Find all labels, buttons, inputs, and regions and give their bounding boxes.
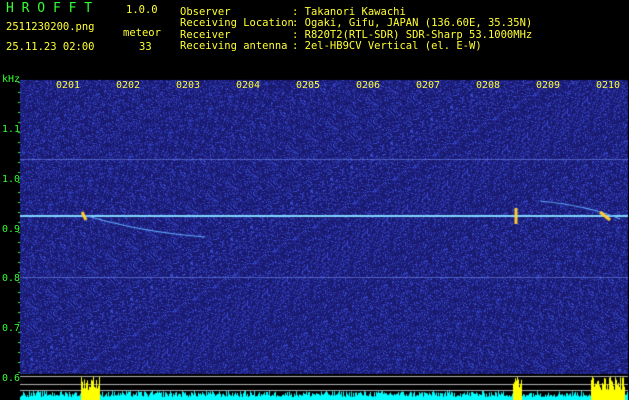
meteor-label: meteor <box>123 27 161 39</box>
info-key-location: Receiving Location <box>180 17 294 29</box>
info-value-location: : Ogaki, Gifu, JAPAN (136.60E, 35.35N) <box>292 17 533 29</box>
y-tick-label: 1.1 <box>2 124 21 135</box>
x-tick-label: 0201 <box>56 80 81 91</box>
x-tick-label: 0202 <box>116 80 141 91</box>
x-tick-label: 0205 <box>296 80 321 91</box>
y-tick-label: 0.9 <box>2 224 21 235</box>
x-tick-label: 0209 <box>536 80 561 91</box>
y-tick-label: 0.8 <box>2 273 21 284</box>
file-name: 2511230200.png <box>6 21 95 33</box>
meteor-count: 33 <box>139 41 152 53</box>
header-panel: H R O F F T 1.0.0 2511230200.png meteor … <box>0 0 629 72</box>
y-tick-label: 0.7 <box>2 323 21 334</box>
app-name: H R O F F T <box>6 1 93 16</box>
x-tick-label: 0208 <box>476 80 501 91</box>
x-tick-label: 0207 <box>416 80 441 91</box>
app-version: 1.0.0 <box>126 4 158 16</box>
y-tick-label: 0.6 <box>2 373 21 384</box>
y-unit-label: kHz <box>2 74 21 85</box>
x-tick-label: 0206 <box>356 80 381 91</box>
info-value-antenna: : 2el-HB9CV Vertical (el. E-W) <box>292 40 482 52</box>
x-tick-label: 0203 <box>176 80 201 91</box>
date-time: 25.11.23 02:00 <box>6 41 95 53</box>
info-key-antenna: Receiving antenna <box>180 40 288 52</box>
spectrogram-canvas <box>0 72 629 400</box>
x-tick-label: 0210 <box>596 80 621 91</box>
y-tick-label: 1.0 <box>2 174 21 185</box>
x-tick-label: 0204 <box>236 80 261 91</box>
